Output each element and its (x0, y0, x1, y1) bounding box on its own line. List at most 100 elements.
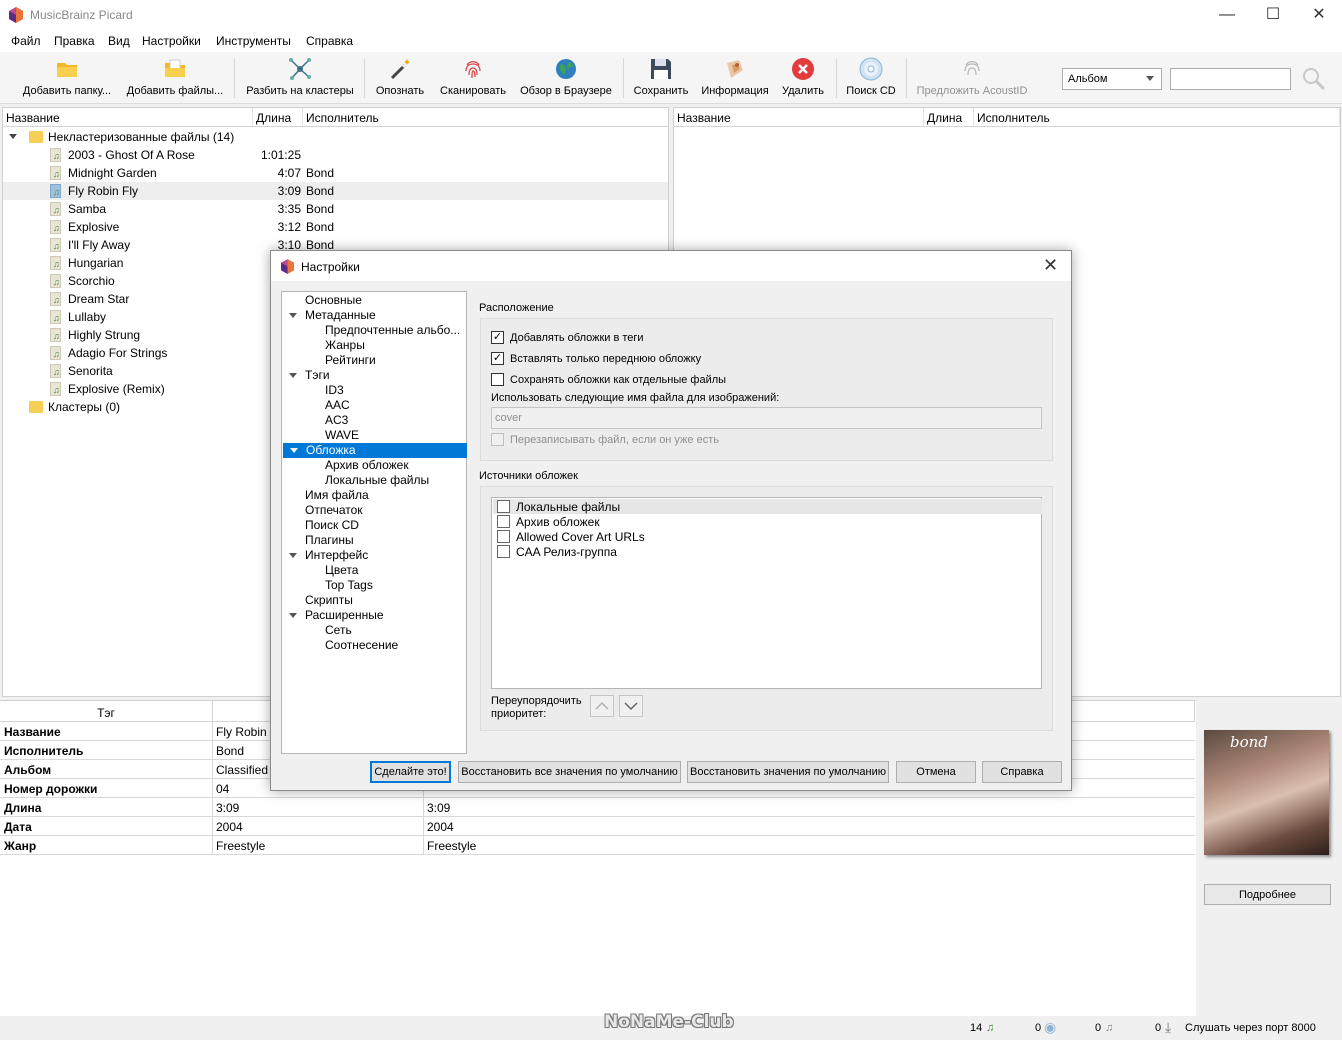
dialog-close-button[interactable]: ✕ (1043, 255, 1058, 276)
cover-source-item[interactable]: Архив обложек (493, 514, 1042, 529)
settings-tree-item[interactable]: Локальные файлы (282, 473, 466, 488)
column-header-title[interactable]: Название (3, 108, 253, 127)
browser-lookup-button[interactable]: Обзор в Браузере (517, 52, 615, 102)
settings-tree-item[interactable]: Жанры (282, 338, 466, 353)
search-input[interactable] (1170, 68, 1291, 90)
settings-tree-item[interactable]: WAVE (282, 428, 466, 443)
settings-tree-item[interactable]: Предпочтенные альбо... (282, 323, 466, 338)
fingerprint-disabled-icon (964, 61, 980, 76)
settings-tree-item[interactable]: Тэги (282, 368, 466, 383)
file-title: Fly Robin Fly (68, 184, 139, 198)
unclustered-files-node[interactable]: Некластеризованные файлы (14) (3, 128, 668, 146)
settings-tree-item[interactable]: Соотнесение (282, 638, 466, 653)
save-button[interactable]: Сохранить (630, 52, 692, 102)
menu-settings[interactable]: Настройки (142, 34, 201, 48)
move-down-button[interactable] (619, 695, 643, 717)
menu-help[interactable]: Справка (306, 34, 353, 48)
file-row[interactable]: ♫ 2003 - Ghost Of A Rose 1:01:25 (3, 146, 668, 164)
cd-count: 0 (1035, 1022, 1042, 1034)
cover-source-item[interactable]: Allowed Cover Art URLs (493, 529, 1042, 544)
add-folder-button[interactable]: Добавить папку... (18, 52, 116, 102)
cover-source-item[interactable]: Локальные файлы (493, 499, 1042, 514)
expand-arrow-icon[interactable] (289, 613, 297, 618)
cluster-button[interactable]: Разбить на кластеры (243, 52, 357, 102)
metadata-row[interactable]: Жанр Freestyle Freestyle (0, 836, 1195, 855)
column-header-length[interactable]: Длина (253, 108, 303, 127)
file-row[interactable]: ♫ Explosive 3:12 Bond (3, 218, 668, 236)
expand-arrow-icon[interactable] (289, 553, 297, 558)
settings-tree-item[interactable]: AC3 (282, 413, 466, 428)
settings-tree-item[interactable]: ID3 (282, 383, 466, 398)
embed-cover-checkbox[interactable]: ✓ (491, 331, 504, 344)
column-header-title[interactable]: Название (674, 108, 924, 127)
restore-defaults-button[interactable]: Восстановить значения по умолчанию (687, 761, 889, 783)
column-header-length[interactable]: Длина (924, 108, 974, 127)
cover-source-checkbox[interactable] (497, 545, 510, 558)
expand-arrow-icon[interactable] (290, 448, 298, 453)
file-row[interactable]: ♫ Midnight Garden 4:07 Bond (3, 164, 668, 182)
cover-filename-input[interactable]: cover (491, 407, 1042, 429)
settings-tree-item[interactable]: Отпечаток (282, 503, 466, 518)
settings-tree-item[interactable]: Имя файла (282, 488, 466, 503)
reorder-label-2: приоритет: (491, 708, 547, 720)
cover-source-checkbox[interactable] (497, 500, 510, 513)
add-files-button[interactable]: Добавить файлы... (125, 52, 225, 102)
expand-arrow-icon[interactable] (9, 134, 17, 139)
restore-all-defaults-button[interactable]: Восстановить все значения по умолчанию (458, 761, 681, 783)
settings-tree-item[interactable]: Сеть (282, 623, 466, 638)
help-button[interactable]: Справка (982, 761, 1062, 783)
settings-tree-item[interactable]: Обложка (283, 443, 467, 458)
settings-tree-item[interactable]: Скрипты (282, 593, 466, 608)
cover-source-checkbox[interactable] (497, 515, 510, 528)
metadata-row[interactable]: Дата 2004 2004 (0, 817, 1195, 836)
settings-tree-item[interactable]: Интерфейс (282, 548, 466, 563)
info-button[interactable]: Информация (700, 52, 770, 102)
more-details-button[interactable]: Подробнее (1204, 884, 1331, 905)
tree-item-label: Предпочтенные альбо... (325, 323, 461, 337)
save-separate-checkbox[interactable] (491, 373, 504, 386)
expand-arrow-icon[interactable] (289, 313, 297, 318)
settings-tree-item[interactable]: Основные (282, 293, 466, 308)
settings-tree-item[interactable]: Top Tags (282, 578, 466, 593)
file-row[interactable]: ♫ Samba 3:35 Bond (3, 200, 668, 218)
audio-file-icon: ♫ (50, 364, 61, 378)
menu-view[interactable]: Вид (108, 34, 130, 48)
settings-tree-item[interactable]: Поиск CD (282, 518, 466, 533)
menu-file[interactable]: Файл (11, 34, 41, 48)
listen-port-text: Слушать через порт 8000 (1185, 1022, 1316, 1034)
file-row[interactable]: ♫ Fly Robin Fly 3:09 Bond (3, 182, 668, 200)
menu-tools[interactable]: Инструменты (216, 34, 291, 48)
tree-item-label: Цвета (325, 563, 359, 577)
overwrite-checkbox[interactable] (491, 433, 504, 446)
settings-tree-item[interactable]: Архив обложек (282, 458, 466, 473)
cover-source-checkbox[interactable] (497, 530, 510, 543)
minimize-button[interactable]: — (1204, 0, 1250, 30)
submit-acoustid-button[interactable]: Предложить AcoustID (912, 52, 1032, 102)
front-only-checkbox[interactable]: ✓ (491, 352, 504, 365)
search-icon[interactable] (1301, 66, 1327, 92)
settings-tree-item[interactable]: Цвета (282, 563, 466, 578)
move-up-button[interactable] (590, 695, 614, 717)
settings-tree-item[interactable]: Плагины (282, 533, 466, 548)
settings-tree-item[interactable]: Рейтинги (282, 353, 466, 368)
remove-button[interactable]: Удалить (776, 52, 830, 102)
toolbar-separator (623, 58, 624, 98)
tag-column-header[interactable]: Тэг (0, 701, 213, 722)
maximize-button[interactable]: ☐ (1250, 0, 1296, 30)
make-it-so-button[interactable]: Сделайте это! (370, 761, 451, 783)
metadata-row[interactable]: Длина 3:09 3:09 (0, 798, 1195, 817)
cd-lookup-button[interactable]: Поиск CD (842, 52, 900, 102)
column-header-artist[interactable]: Исполнитель (974, 108, 1340, 127)
cancel-button[interactable]: Отмена (896, 761, 976, 783)
cover-source-item[interactable]: CAA Релиз-группа (493, 544, 1042, 559)
column-header-artist[interactable]: Исполнитель (303, 108, 668, 127)
expand-arrow-icon[interactable] (289, 373, 297, 378)
settings-tree-item[interactable]: Метаданные (282, 308, 466, 323)
lookup-button[interactable]: Опознать (371, 52, 429, 102)
info-icon (727, 60, 743, 78)
settings-tree-item[interactable]: Расширенные (282, 608, 466, 623)
settings-tree-item[interactable]: AAC (282, 398, 466, 413)
menu-edit[interactable]: Правка (54, 34, 95, 48)
close-button[interactable]: ✕ (1296, 0, 1342, 30)
scan-button[interactable]: Сканировать (436, 52, 510, 102)
